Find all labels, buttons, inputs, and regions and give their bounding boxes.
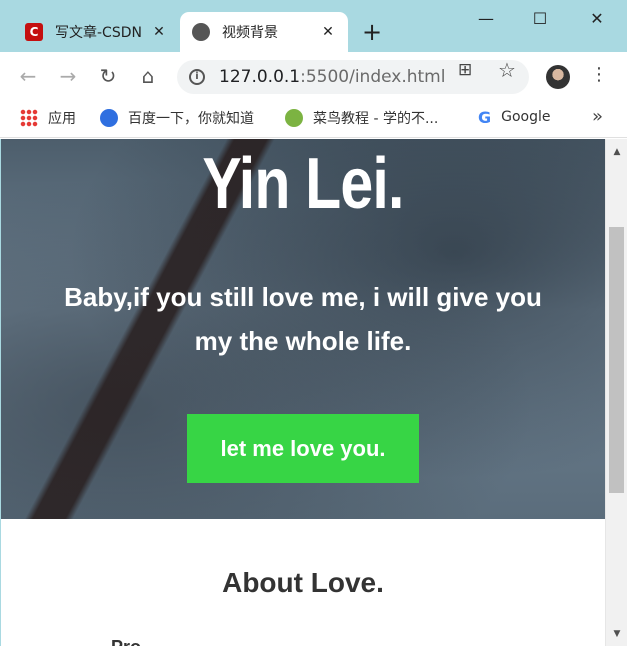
google-icon: G bbox=[478, 108, 492, 127]
bookmark-label: 百度一下，你就知道 bbox=[128, 111, 254, 127]
back-button[interactable]: ← bbox=[16, 64, 40, 88]
runoob-icon bbox=[285, 109, 303, 127]
profile-avatar[interactable] bbox=[546, 65, 570, 89]
section-text-peek: Pro ... ... bbox=[111, 637, 431, 646]
page-viewport: Yin Lei. Baby,if you still love me, i wi… bbox=[1, 139, 605, 646]
hero-subtitle: Baby,if you still love me, i will give y… bbox=[64, 282, 542, 356]
globe-icon bbox=[192, 23, 210, 41]
page-scrollbar[interactable]: ▲ ▼ bbox=[605, 139, 627, 646]
bookmark-star-icon[interactable]: ☆ bbox=[498, 58, 516, 82]
bookmarks-bar: 应用 百度一下，你就知道 菜鸟教程 - 学的不... G Google » bbox=[0, 100, 627, 138]
tab-strip: C 写文章-CSDN ✕ 视频背景 ✕ + — ☐ ✕ bbox=[0, 0, 627, 52]
tab-title: 视频背景 bbox=[222, 25, 278, 41]
reload-button[interactable]: ↻ bbox=[96, 64, 120, 88]
scroll-down-arrow[interactable]: ▼ bbox=[606, 625, 627, 643]
close-tab-icon[interactable]: ✕ bbox=[320, 24, 336, 40]
url-host: 127.0.0.1 bbox=[219, 67, 301, 87]
url-text: 127.0.0.1:5500/index.html bbox=[219, 67, 445, 87]
tab-video-background[interactable]: 视频背景 ✕ bbox=[180, 12, 348, 52]
bookmark-label: 菜鸟教程 - 学的不... bbox=[313, 111, 439, 127]
info-icon[interactable]: i bbox=[189, 69, 205, 85]
tab-csdn[interactable]: C 写文章-CSDN ✕ bbox=[13, 12, 179, 52]
minimize-button[interactable]: — bbox=[472, 8, 500, 30]
csdn-icon: C bbox=[25, 23, 43, 41]
hero-title: Yin Lei. bbox=[202, 144, 404, 224]
bookmark-runoob[interactable]: 菜鸟教程 - 学的不... bbox=[285, 108, 438, 128]
maximize-button[interactable]: ☐ bbox=[526, 8, 554, 30]
bookmark-google[interactable]: G Google bbox=[478, 108, 551, 127]
section-peek-text: Pro ... ... bbox=[111, 637, 431, 646]
bookmark-label: 应用 bbox=[48, 111, 76, 127]
menu-icon[interactable]: ⋮ bbox=[590, 64, 608, 85]
cta-button[interactable]: let me love you. bbox=[187, 414, 419, 483]
forward-button[interactable]: → bbox=[56, 64, 80, 88]
bookmark-baidu[interactable]: 百度一下，你就知道 bbox=[100, 108, 254, 128]
address-bar[interactable]: i 127.0.0.1:5500/index.html bbox=[177, 60, 529, 94]
tab-title: 写文章-CSDN bbox=[55, 25, 142, 41]
apps-icon bbox=[20, 109, 38, 127]
video-background: Yin Lei. Baby,if you still love me, i wi… bbox=[1, 139, 605, 519]
bookmarks-overflow-button[interactable]: » bbox=[592, 106, 603, 127]
scroll-thumb[interactable] bbox=[609, 227, 624, 493]
new-tab-button[interactable]: + bbox=[362, 20, 382, 44]
section-title: About Love. bbox=[222, 567, 384, 598]
bookmark-label: Google bbox=[501, 109, 551, 125]
translate-icon[interactable]: ⊞ bbox=[458, 60, 472, 80]
bookmark-apps[interactable]: 应用 bbox=[20, 108, 76, 128]
baidu-icon bbox=[100, 109, 118, 127]
home-button[interactable]: ⌂ bbox=[136, 64, 160, 88]
url-path: :5500/index.html bbox=[300, 67, 446, 87]
window-close-button[interactable]: ✕ bbox=[583, 8, 611, 30]
scroll-up-arrow[interactable]: ▲ bbox=[606, 143, 627, 161]
browser-toolbar: ← → ↻ ⌂ i 127.0.0.1:5500/index.html ⊞ ☆ … bbox=[0, 52, 627, 100]
close-tab-icon[interactable]: ✕ bbox=[151, 24, 167, 40]
